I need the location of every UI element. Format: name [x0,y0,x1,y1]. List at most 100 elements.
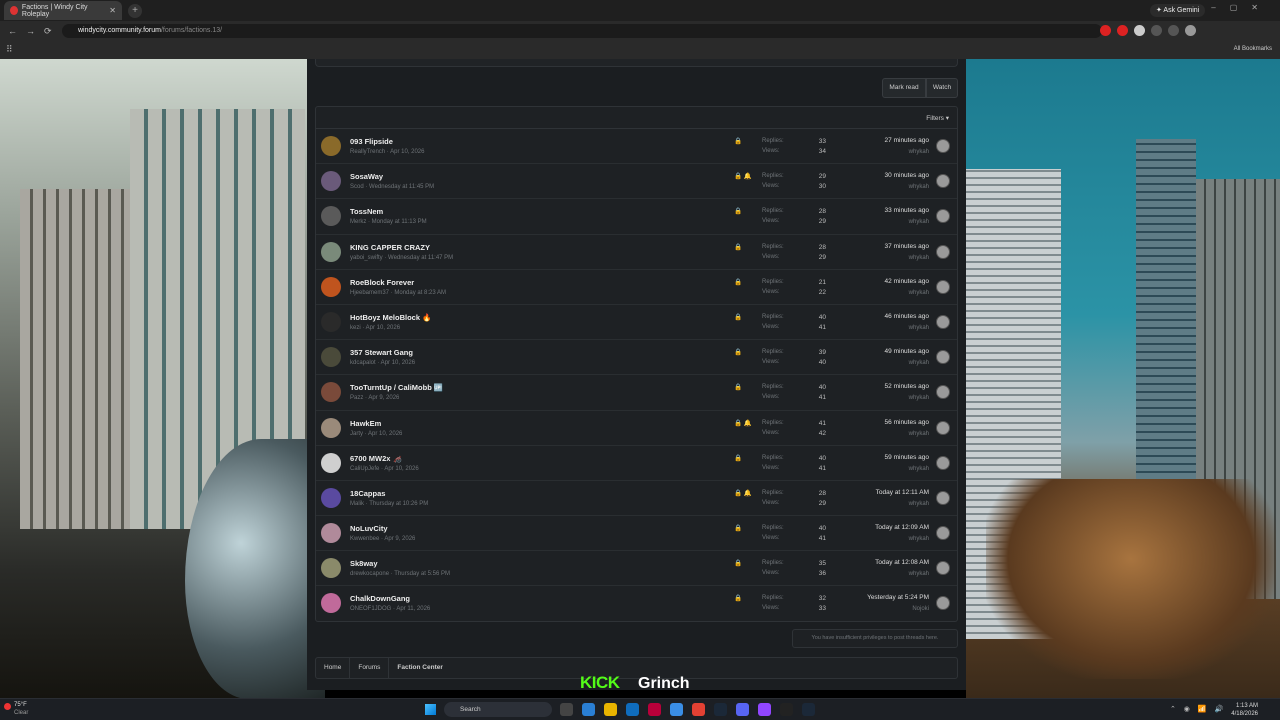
thread-author-avatar[interactable] [321,311,341,332]
thread-row[interactable]: TooTurntUp / CaliMobb 🆙 Pazz · Apr 9, 202… [316,375,957,411]
last-post-time[interactable]: 49 minutes ago [885,348,929,355]
last-post-avatar[interactable] [936,385,950,400]
last-post-user[interactable]: whykah [909,571,929,577]
last-post-time[interactable]: 27 minutes ago [885,137,929,144]
thread-row[interactable]: KING CAPPER CRAZY yaboi_swifty · Wednesda… [316,235,957,270]
thread-title[interactable]: HotBoyz MeloBlock 🔥 [350,313,431,322]
last-post-user[interactable]: whykah [909,501,929,507]
last-post-time[interactable]: Today at 12:08 AM [875,559,929,566]
discord-icon[interactable] [736,703,749,716]
last-post-time[interactable]: 46 minutes ago [885,313,929,320]
thread-row[interactable]: HawkEm Jarty · Apr 10, 2026 🔒 🔔 Replies: Vie… [316,411,957,446]
start-icon[interactable] [425,704,436,715]
app-icon[interactable] [670,703,683,716]
last-post-avatar[interactable] [936,314,950,329]
last-post-user[interactable]: whykah [909,219,929,225]
last-post-avatar[interactable] [936,244,950,259]
thread-row[interactable]: Sk8way drewkocapone · Thursday at 5:56 PM… [316,551,957,587]
thread-title[interactable]: 6700 MW2x 🦽 [350,454,402,463]
thread-title[interactable]: 357 Stewart Gang [350,348,413,357]
extension-icon[interactable] [1117,25,1128,36]
extension-icon[interactable] [1100,25,1111,36]
mark-read-button[interactable]: Mark read [882,78,926,98]
thread-author-avatar[interactable] [321,452,341,473]
last-post-user[interactable]: whykah [909,466,929,472]
thread-title[interactable]: TooTurntUp / CaliMobb 🆙 [350,383,443,392]
last-post-time[interactable]: 56 minutes ago [885,419,929,426]
last-post-avatar[interactable] [936,209,950,224]
thread-author-avatar[interactable] [321,276,341,297]
thread-row[interactable]: HotBoyz MeloBlock 🔥 kezi · Apr 10, 2026 🔒 R… [316,305,957,341]
last-post-avatar[interactable] [936,561,950,576]
last-post-avatar[interactable] [936,596,950,611]
last-post-avatar[interactable] [936,350,950,365]
thread-title[interactable]: Sk8way [350,559,378,568]
extension-icon[interactable] [1168,25,1179,36]
last-post-avatar[interactable] [936,174,950,189]
browser-tab[interactable]: Factions | Windy City Roleplay ✕ [4,1,122,20]
last-post-time[interactable]: 37 minutes ago [885,243,929,250]
last-post-time[interactable]: 42 minutes ago [885,278,929,285]
thread-row[interactable]: ChalkDownGang ONEOF1JDOG · Apr 11, 2026 🔒 R… [316,586,957,621]
apps-icon[interactable]: ⠿ [6,44,13,55]
thread-author-avatar[interactable] [321,382,341,403]
last-post-avatar[interactable] [936,455,950,470]
thread-author-avatar[interactable] [321,347,341,368]
extension-icon[interactable] [1151,25,1162,36]
thread-row[interactable]: 093 Flipside ReallyTrench · Apr 10, 2026 🔒… [316,129,957,165]
extension-icon[interactable] [1134,25,1145,36]
steam-icon[interactable] [802,703,815,716]
last-post-avatar[interactable] [936,420,950,435]
last-post-avatar[interactable] [936,279,950,294]
thread-title[interactable]: ChalkDownGang [350,594,410,603]
last-post-time[interactable]: 59 minutes ago [885,454,929,461]
all-bookmarks-link[interactable]: All Bookmarks [1234,46,1272,52]
last-post-user[interactable]: whykah [909,325,929,331]
thread-author-avatar[interactable] [321,523,341,544]
steam-icon[interactable] [714,703,727,716]
thread-title[interactable]: 18Cappas [350,489,385,498]
last-post-user[interactable]: whykah [909,184,929,190]
thread-title[interactable]: TossNem [350,207,383,216]
reload-icon[interactable]: ⟳ [44,26,54,37]
taskbar-search[interactable]: Search [444,702,552,717]
last-post-user[interactable]: whykah [909,360,929,366]
thread-title[interactable]: 093 Flipside [350,137,393,146]
thread-row[interactable]: RoeBlock Forever Hjeebamem37 · Monday at … [316,270,957,305]
thread-author-avatar[interactable] [321,487,341,508]
clock[interactable]: 1:13 AM 4/18/2026 [1231,702,1258,718]
last-post-avatar[interactable] [936,139,950,153]
url-input[interactable]: windycity.community.forum/forums/faction… [62,24,1102,38]
last-post-time[interactable]: Today at 12:11 AM [876,489,929,496]
last-post-time[interactable]: 30 minutes ago [885,172,929,179]
thread-title[interactable]: KING CAPPER CRAZY [350,243,430,252]
app-icon[interactable] [758,703,771,716]
terminal-icon[interactable] [780,703,793,716]
back-icon[interactable]: ← [8,26,18,36]
file-explorer-icon[interactable] [604,703,617,716]
last-post-user[interactable]: whykah [909,290,929,296]
last-post-time[interactable]: Today at 12:09 AM [875,524,929,531]
filters-dropdown[interactable]: Filters ▾ [316,107,957,129]
thread-author-avatar[interactable] [321,136,341,156]
thread-title[interactable]: SosaWay [350,172,383,181]
thread-author-avatar[interactable] [321,241,341,262]
close-tab-icon[interactable]: ✕ [109,6,116,15]
weather-widget[interactable]: 75°F Clear [14,701,28,717]
thread-row[interactable]: 6700 MW2x 🦽 CaliUpJefe · Apr 10, 2026 🔒 Rep… [316,446,957,481]
system-tray[interactable]: ⌃ ◉ 📶 🔊 [1170,705,1226,713]
thread-author-avatar[interactable] [321,206,341,227]
app-icon[interactable] [648,703,661,716]
last-post-avatar[interactable] [936,490,950,505]
thread-row[interactable]: 18Cappas Malik · Thursday at 10:26 PM 🔒 🔔 R… [316,481,957,517]
last-post-time[interactable]: Yesterday at 5:24 PM [867,594,929,601]
chrome-icon[interactable] [692,703,705,716]
last-post-time[interactable]: 33 minutes ago [885,207,929,214]
breadcrumb-faction-center[interactable]: Faction Center [389,658,451,678]
thread-row[interactable]: SosaWay Scod · Wednesday at 11:45 PM 🔒 🔔 Re… [316,164,957,200]
thread-title[interactable]: RoeBlock Forever [350,278,414,287]
profile-avatar[interactable] [1185,25,1196,36]
last-post-avatar[interactable] [936,526,950,541]
last-post-user[interactable]: whykah [909,536,929,542]
last-post-user[interactable]: whykah [909,431,929,437]
